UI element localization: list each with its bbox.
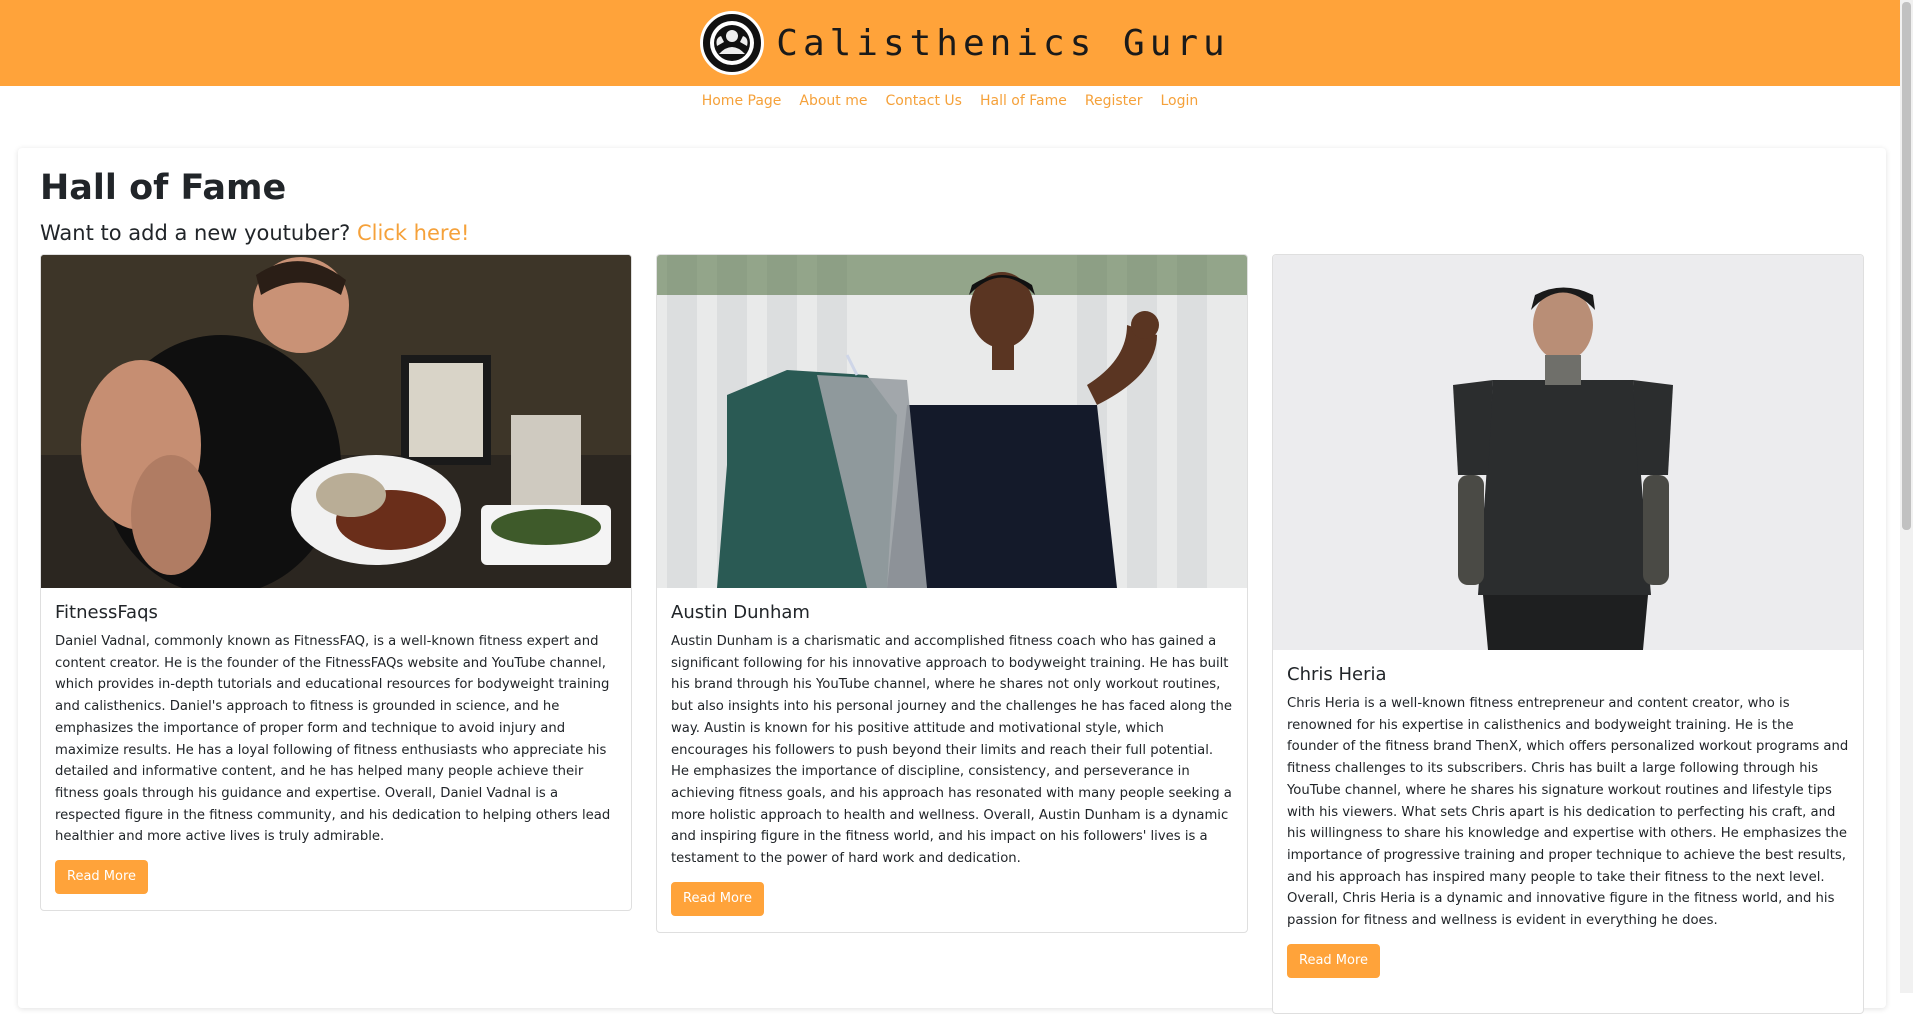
card-description: Chris Heria is a well-known fitness entr… xyxy=(1287,696,1849,929)
chris-heria-photo xyxy=(1273,255,1863,650)
strongman-logo-icon[interactable] xyxy=(700,11,765,75)
add-youtuber-link[interactable]: Click here! xyxy=(357,221,469,245)
card-description: Austin Dunham is a charismatic and accom… xyxy=(671,634,1232,867)
read-more-button[interactable]: Read More xyxy=(671,881,765,916)
card-description: Daniel Vadnal, commonly known as Fitness… xyxy=(55,634,611,845)
nav-hall-of-fame[interactable]: Hall of Fame xyxy=(980,93,1067,109)
page-scrollbar[interactable] xyxy=(1900,0,1913,993)
nav-login[interactable]: Login xyxy=(1161,93,1199,109)
youtuber-card-chris-heria: Chris Heria Chris Heria is a well-known … xyxy=(1272,254,1864,1014)
main-nav: Home Page About me Contact Us Hall of Fa… xyxy=(0,86,1900,116)
content-panel: Hall of Fame Want to add a new youtuber?… xyxy=(18,148,1886,1014)
fitnessfaqs-photo xyxy=(41,255,631,588)
nav-home-page[interactable]: Home Page xyxy=(702,93,782,109)
austin-dunham-photo xyxy=(657,255,1247,588)
add-youtuber-text: Want to add a new youtuber? xyxy=(40,221,351,245)
card-title: Chris Heria xyxy=(1287,664,1387,685)
read-more-button[interactable]: Read More xyxy=(55,860,149,895)
site-header: Calisthenics Guru xyxy=(0,0,1900,86)
nav-contact-us[interactable]: Contact Us xyxy=(886,93,962,109)
card-title: Austin Dunham xyxy=(671,602,810,623)
scrollbar-thumb[interactable] xyxy=(1902,2,1911,530)
nav-register[interactable]: Register xyxy=(1085,93,1143,109)
youtuber-card-austin-dunham: Austin Dunham Austin Dunham is a charism… xyxy=(656,254,1248,933)
brand-name[interactable]: Calisthenics Guru xyxy=(776,23,1229,64)
youtuber-card-fitnessfaqs: FitnessFaqs Daniel Vadnal, commonly know… xyxy=(40,254,632,911)
brand[interactable]: Calisthenics Guru xyxy=(700,11,1229,75)
card-title: FitnessFaqs xyxy=(55,602,158,623)
page-title: Hall of Fame xyxy=(40,168,287,208)
add-youtuber-prompt: Want to add a new youtuber? Click here! xyxy=(40,221,469,245)
read-more-button[interactable]: Read More xyxy=(1287,943,1381,978)
nav-about-me[interactable]: About me xyxy=(799,93,867,109)
